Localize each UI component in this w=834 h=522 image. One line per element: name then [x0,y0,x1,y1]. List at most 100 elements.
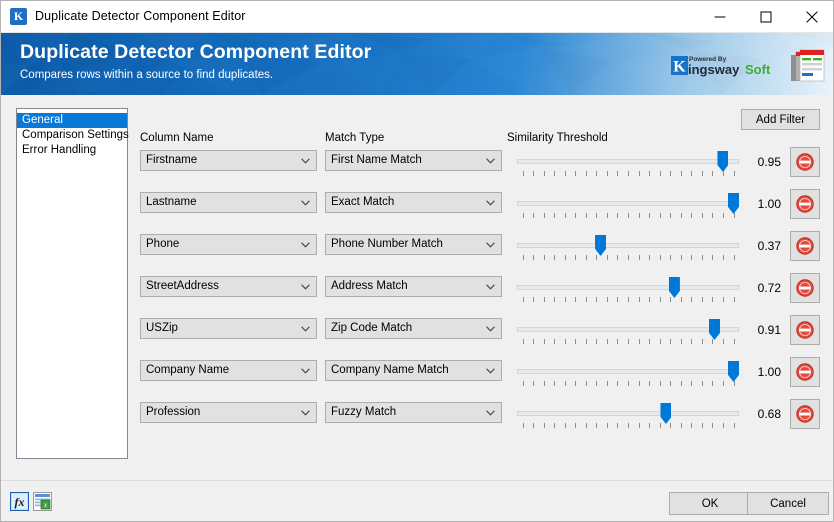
remove-filter-button[interactable] [790,399,820,429]
slider-ticks [517,339,739,345]
filter-row: Lastname Exact Match 1.00 [1,189,833,232]
slider-thumb[interactable] [717,151,729,172]
remove-circle-icon [796,153,814,171]
slider-thumb[interactable] [728,361,739,382]
slider-ticks [517,171,739,177]
chevron-down-icon [301,410,310,416]
match-type-dropdown[interactable]: First Name Match [325,150,502,171]
match-type-dropdown[interactable]: Exact Match [325,192,502,213]
column-name-dropdown[interactable]: StreetAddress [140,276,317,297]
filter-row: Firstname First Name Match 0.95 [1,147,833,190]
filter-row: USZip Zip Code Match 0.91 [1,315,833,358]
similarity-threshold-slider[interactable] [517,360,739,392]
banner-title: Duplicate Detector Component Editor [20,41,372,63]
slider-track [517,243,739,248]
match-type-dropdown[interactable]: Phone Number Match [325,234,502,255]
chevron-down-icon [301,242,310,248]
slider-thumb[interactable] [709,319,720,340]
svg-text:ingsway: ingsway [688,62,740,77]
slider-thumb[interactable] [668,277,680,298]
match-type-dropdown[interactable]: Fuzzy Match [325,402,502,423]
similarity-threshold-slider[interactable] [517,402,739,434]
match-type-value: Fuzzy Match [331,406,397,418]
remove-circle-icon [796,405,814,423]
maximize-icon [760,11,772,22]
threshold-value: 1.00 [757,197,781,211]
column-name-value: Phone [146,238,180,250]
editor-body: General Comparison Settings Error Handling… [1,95,833,480]
variables-icon[interactable]: x [33,492,52,511]
slider-thumb[interactable] [728,193,739,214]
slider-ticks [517,381,739,387]
remove-circle-icon [796,321,814,339]
remove-circle-icon [796,279,814,297]
column-name-value: Profession [146,406,201,418]
minimize-button[interactable] [697,1,743,32]
slider-ticks [517,255,739,261]
filter-row: Phone Phone Number Match 0.37 [1,231,833,274]
fx-expression-icon[interactable]: fx [10,492,29,511]
minimize-icon [714,16,726,17]
threshold-value: 0.68 [757,407,781,421]
banner-subtitle: Compares rows within a source to find du… [20,69,274,81]
slider-track [517,327,739,332]
chevron-down-icon [486,200,495,206]
column-name-value: Lastname [146,196,197,208]
threshold-value: 0.72 [757,281,781,295]
svg-text:fx: fx [15,495,25,509]
column-name-dropdown[interactable]: Company Name [140,360,317,381]
similarity-threshold-slider[interactable] [517,150,739,182]
match-type-dropdown[interactable]: Address Match [325,276,502,297]
chevron-down-icon [486,410,495,416]
chevron-down-icon [486,242,495,248]
threshold-value: 1.00 [757,365,781,379]
svg-text:Soft: Soft [745,62,771,77]
chevron-down-icon [486,158,495,164]
match-type-value: Zip Code Match [331,322,413,334]
chevron-down-icon [301,158,310,164]
remove-filter-button[interactable] [790,315,820,345]
remove-filter-button[interactable] [790,357,820,387]
slider-ticks [517,423,739,429]
similarity-threshold-slider[interactable] [517,234,739,266]
svg-text:K: K [673,59,686,76]
column-name-dropdown[interactable]: Lastname [140,192,317,213]
match-type-dropdown[interactable]: Company Name Match [325,360,502,381]
slider-ticks [517,297,739,303]
remove-circle-icon [796,237,814,255]
kingswaysoft-logo: K Powered By ingsway Soft [671,56,771,77]
column-name-dropdown[interactable]: Phone [140,234,317,255]
match-type-value: First Name Match [331,154,422,166]
cancel-button[interactable]: Cancel [747,492,829,515]
chevron-down-icon [301,326,310,332]
remove-filter-button[interactable] [790,273,820,303]
duplicate-detector-component-editor-window: K Duplicate Detector Component Editor Du… [0,0,834,522]
column-name-dropdown[interactable]: USZip [140,318,317,339]
similarity-threshold-slider[interactable] [517,318,739,350]
remove-filter-button[interactable] [790,189,820,219]
threshold-value: 0.91 [757,323,781,337]
slider-track [517,201,739,206]
filter-row: Company Name Company Name Match 1.00 [1,357,833,400]
svg-text:x: x [43,501,48,510]
chevron-down-icon [301,200,310,206]
match-type-value: Exact Match [331,196,395,208]
remove-filter-button[interactable] [790,231,820,261]
similarity-threshold-slider[interactable] [517,192,739,224]
close-button[interactable] [789,1,833,32]
filter-row: Profession Fuzzy Match 0.68 [1,399,833,442]
match-type-dropdown[interactable]: Zip Code Match [325,318,502,339]
window-title: Duplicate Detector Component Editor [35,9,246,23]
chevron-down-icon [486,284,495,290]
maximize-button[interactable] [743,1,789,32]
match-type-value: Phone Number Match [331,238,443,250]
column-name-dropdown[interactable]: Firstname [140,150,317,171]
column-name-dropdown[interactable]: Profession [140,402,317,423]
similarity-threshold-slider[interactable] [517,276,739,308]
slider-thumb[interactable] [660,403,672,424]
header-banner: Duplicate Detector Component Editor Comp… [1,33,833,95]
remove-filter-button[interactable] [790,147,820,177]
ok-button[interactable]: OK [669,492,751,515]
slider-thumb[interactable] [595,235,607,256]
filter-rows-container: Firstname First Name Match 0.95 Lastname Exa… [1,95,833,480]
